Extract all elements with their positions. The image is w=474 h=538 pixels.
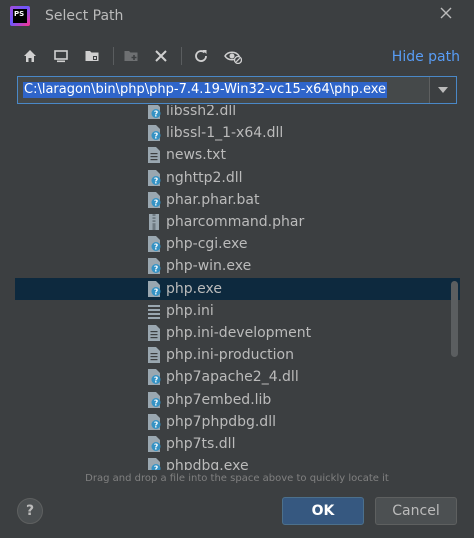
toolbar-separator [181,47,182,65]
desktop-icon[interactable] [49,44,73,68]
unknown-file-icon: ? [147,191,161,208]
svg-text:?: ? [154,465,158,470]
archive-file-icon [147,214,161,230]
svg-text:?: ? [154,198,158,207]
file-row[interactable]: php.ini [15,300,460,322]
svg-text:?: ? [154,443,158,452]
file-name: php7ts.dll [166,436,236,452]
file-row[interactable]: ? php.exe [15,277,460,300]
svg-text:?: ? [154,243,158,252]
config-file-icon [147,303,161,319]
file-name: php7embed.lib [166,391,272,408]
app-icon-text: PS [13,9,27,23]
svg-text:?: ? [154,265,158,274]
text-file-icon [147,325,161,341]
path-history-dropdown[interactable] [429,77,456,103]
project-folder-icon[interactable] [80,44,104,68]
cancel-button[interactable]: Cancel [375,497,457,525]
show-hidden-icon[interactable] [221,44,245,68]
file-row[interactable]: ? nghttp2.dll [15,167,460,189]
refresh-icon[interactable] [189,44,213,68]
file-name: php7apache2_4.dll [166,369,299,386]
unknown-file-icon: ? [147,236,161,253]
delete-icon[interactable] [149,44,173,68]
svg-text:?: ? [154,132,158,141]
file-name: phar.phar.bat [166,191,260,208]
file-tree[interactable]: ? libssh2.dll? libssl-1_1-x64.dll news.txt?… [15,105,460,470]
file-name: news.txt [166,147,226,164]
unknown-file-icon: ? [147,280,161,297]
file-row[interactable]: ? phpdbg.exe [15,455,460,470]
file-name: php-win.exe [166,258,252,275]
phpstorm-logo-icon: PS [10,6,30,26]
unknown-file-icon: ? [147,105,161,119]
unknown-file-icon: ? [147,391,161,408]
unknown-file-icon: ? [147,125,161,142]
file-row[interactable]: ? php7phpdbg.dll [15,411,460,433]
file-row[interactable]: ? php7ts.dll [15,433,460,455]
file-row[interactable]: ? php-cgi.exe [15,233,460,255]
unknown-file-icon: ? [147,413,161,430]
file-name: php.ini-production [166,347,294,364]
file-row[interactable]: news.txt [15,144,460,166]
file-row[interactable]: pharcommand.phar [15,211,460,233]
unknown-file-icon: ? [147,169,161,186]
file-name: php.exe [166,280,222,297]
file-row[interactable]: ? libssl-1_1-x64.dll [15,122,460,144]
hide-path-link[interactable]: Hide path [392,49,460,65]
file-row[interactable]: ? libssh2.dll [15,105,460,122]
text-file-icon [147,147,161,164]
close-icon[interactable] [436,5,456,25]
file-name: php.ini [166,302,214,319]
unknown-file-icon: ? [147,458,161,470]
path-input[interactable]: C:\laragon\bin\php\php-7.4.19-Win32-vc15… [17,76,457,104]
unknown-file-icon: ? [147,436,161,452]
window-title: Select Path [45,8,124,24]
new-folder-icon[interactable] [119,44,143,68]
chevron-down-icon [438,87,448,93]
scrollbar[interactable] [449,105,459,470]
svg-text:?: ? [154,376,158,385]
file-name: nghttp2.dll [166,169,243,186]
svg-text:?: ? [154,176,158,185]
file-row[interactable]: php.ini-production [15,344,460,366]
unknown-file-icon: ? [147,369,161,386]
drag-drop-hint: Drag and drop a file into the space abov… [85,473,389,484]
unknown-file-icon: ? [147,258,161,275]
svg-text:?: ? [154,420,158,429]
title-bar: PS Select Path [0,0,474,36]
text-file-icon [147,347,161,364]
file-row[interactable]: php.ini-development [15,322,460,344]
file-row[interactable]: ? php7embed.lib [15,389,460,411]
svg-text:?: ? [154,110,158,119]
file-name: php-cgi.exe [166,236,248,253]
file-name: phpdbg.exe [166,458,249,470]
home-icon[interactable] [18,44,42,68]
file-row[interactable]: ? php-win.exe [15,255,460,277]
svg-text:?: ? [154,398,158,407]
ok-button[interactable]: OK [282,497,364,525]
file-row[interactable]: ? phar.phar.bat [15,189,460,211]
help-button[interactable]: ? [17,498,43,524]
file-name: pharcommand.phar [166,214,305,230]
svg-text:?: ? [154,287,158,296]
toolbar-separator [113,47,114,65]
file-name: php.ini-development [166,325,312,341]
scrollbar-thumb[interactable] [451,281,458,357]
file-row[interactable]: ? php7apache2_4.dll [15,366,460,388]
path-input-value[interactable]: C:\laragon\bin\php\php-7.4.19-Win32-vc15… [23,82,388,98]
file-name: libssl-1_1-x64.dll [166,125,284,142]
file-name: php7phpdbg.dll [166,413,276,430]
file-name: libssh2.dll [166,105,237,119]
